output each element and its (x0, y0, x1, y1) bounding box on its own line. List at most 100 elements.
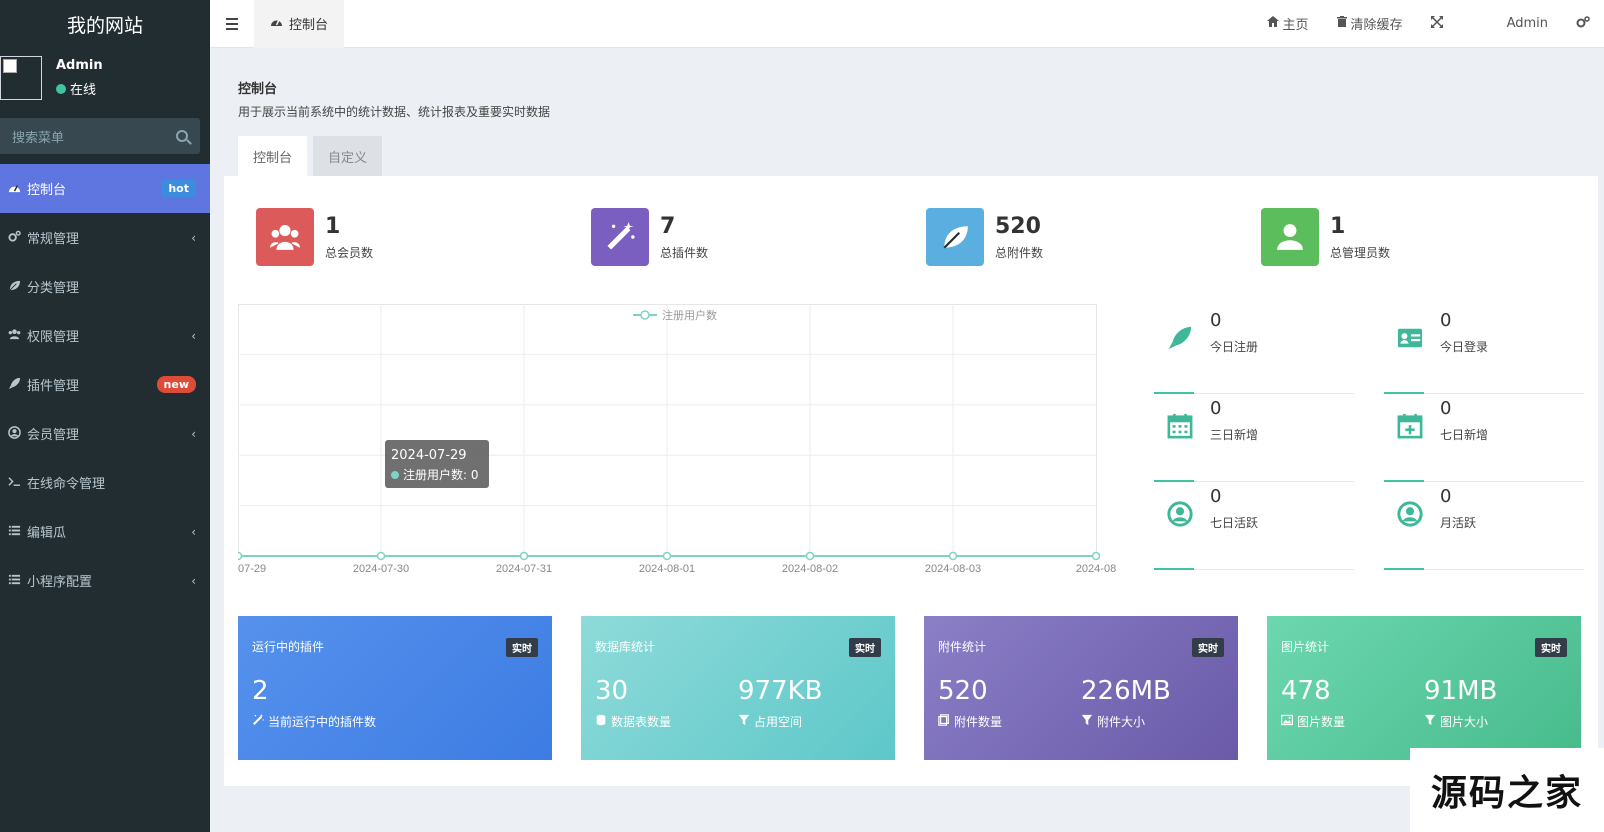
card-sub-label: 数据表数量 (611, 715, 672, 729)
files-icon (938, 714, 950, 729)
clear-cache-button[interactable]: 清除缓存 (1323, 0, 1417, 48)
mini-stat-value: 0 (1440, 398, 1452, 419)
chevron-left-icon[interactable]: ‹ (191, 329, 196, 343)
image-icon (1280, 714, 1294, 729)
user-circle-icon (7, 425, 21, 442)
home-link-label: 主页 (1282, 18, 1309, 33)
sidebar-menu: 控制台 hot 常规管理 ‹ 分类管理权限管理 ‹ 插件管理 new 会员管理 ‹ 在线命令管理 编辑… (0, 164, 210, 605)
sidebar-item-label: 常规管理 (27, 232, 80, 247)
x-tick-label: 2024-07-31 (496, 563, 552, 575)
sidebar-item-label: 控制台 (27, 183, 67, 198)
sidebar-item-7[interactable]: 编辑瓜 ‹ (0, 507, 210, 556)
tooltip-date: 2024-07-29 (391, 448, 467, 463)
x-tick-label: 2024-08 (1076, 563, 1116, 575)
filter-icon (738, 714, 750, 729)
mini-stat-label: 今日登录 (1440, 340, 1489, 354)
stat-value: 7 (660, 213, 676, 239)
sidebar-item-1[interactable]: 常规管理 ‹ (0, 213, 210, 262)
rocket-icon (7, 377, 21, 393)
rocket-icon (1162, 318, 1198, 358)
list-icon (7, 524, 21, 540)
register-chart-svg: 07-29 2024-07-30 2024-07-31 2024-08-01 2024-… (238, 304, 1116, 575)
sidebar-item-label: 小程序配置 (27, 575, 93, 590)
sidebar-item-8[interactable]: 小程序配置 ‹ (0, 556, 210, 605)
card-value: 30 (595, 676, 629, 706)
stat-card-3: 图片统计 实时 478 图片数量 91MB 图片大小 (1267, 616, 1581, 760)
sidebar-item-3[interactable]: 权限管理 ‹ (0, 311, 210, 360)
user-circle-icon (1162, 494, 1198, 534)
search-icon[interactable] (176, 130, 188, 142)
mini-stat-5: 0 月活跃 (1384, 482, 1584, 570)
tab-custom[interactable]: 自定义 (313, 136, 383, 176)
stat-summary-1: 7 总插件数 (591, 208, 926, 266)
menu-badge: new (156, 376, 196, 393)
menu-search-placeholder: 搜索菜单 (12, 130, 65, 146)
home-link[interactable]: 主页 (1253, 0, 1323, 48)
tab-dashboard[interactable]: 控制台 (238, 136, 308, 176)
sidebar-item-5[interactable]: 会员管理 ‹ (0, 409, 210, 458)
leaf-icon (926, 208, 984, 266)
mini-stat-label: 七日活跃 (1210, 516, 1259, 530)
stat-value: 520 (995, 213, 1041, 239)
sidebar-item-6[interactable]: 在线命令管理 (0, 458, 210, 507)
magic-icon (591, 208, 649, 266)
card-title: 图片统计 (1281, 640, 1330, 654)
users-icon (256, 208, 314, 266)
admin-user-menu[interactable]: Admin (1457, 0, 1562, 48)
chevron-left-icon[interactable]: ‹ (191, 231, 196, 245)
series-point (238, 551, 243, 561)
card-title: 数据库统计 (595, 640, 656, 654)
card-value: 977KB (738, 676, 823, 706)
watermark-logo: 源码之家 (1410, 748, 1604, 832)
sidebar-item-label: 分类管理 (27, 281, 80, 296)
database-icon (595, 714, 607, 729)
menu-search-input[interactable]: 搜索菜单 (0, 118, 200, 154)
settings-button[interactable] (1562, 0, 1604, 48)
stat-summary-3: 1 总管理员数 (1261, 208, 1596, 266)
x-tick-label: 07-29 (238, 563, 266, 575)
calendar-plus-icon (1392, 406, 1428, 446)
chevron-left-icon[interactable]: ‹ (191, 427, 196, 441)
stat-label: 总管理员数 (1330, 245, 1391, 260)
filter-icon (1424, 714, 1436, 729)
card-sub-label: 图片大小 (1440, 715, 1489, 729)
series-point (948, 551, 958, 561)
register-chart[interactable]: 07-29 2024-07-30 2024-07-31 2024-08-01 2024-… (238, 304, 1123, 594)
fullscreen-button[interactable] (1417, 0, 1457, 48)
card-sub-label: 附件数量 (954, 715, 1003, 729)
stat-card-0: 运行中的插件 实时 2 当前运行中的插件数 (238, 616, 552, 760)
mini-stats-grid: 0 今日注册 0 今日登录 0 三日新增 0 七日新增 0 七日活跃 0 月活跃 (1154, 306, 1584, 570)
panel-heading: 控制台 用于展示当前系统中的统计数据、统计报表及重要实时数据 控制台 自定义 (224, 62, 1598, 176)
magic-icon (252, 714, 264, 729)
list-icon (7, 573, 21, 589)
sidebar-item-4[interactable]: 插件管理 new (0, 360, 210, 409)
terminal-icon (7, 475, 21, 491)
panel-body: 1 总会员数 7 总插件数 520 总附件数 1 总管理员数 07-29 2024-07-30 2… (224, 176, 1598, 786)
group-icon (7, 328, 21, 344)
page-title: 控制台 (238, 82, 278, 97)
clear-cache-label: 清除缓存 (1350, 18, 1403, 33)
stat-card-1: 数据库统计 实时 30 数据表数量 977KB 占用空间 (581, 616, 895, 760)
brand-logo[interactable]: 我的网站 (0, 0, 210, 48)
chevron-left-icon[interactable]: ‹ (191, 574, 196, 588)
series-point (519, 551, 529, 561)
chevron-left-icon[interactable]: ‹ (191, 525, 196, 539)
main-content: 控制台 用于展示当前系统中的统计数据、统计报表及重要实时数据 控制台 自定义 1… (224, 62, 1598, 786)
mini-stat-value: 0 (1440, 486, 1452, 507)
leaf-icon (7, 279, 21, 295)
nav-tab-dashboard[interactable]: 控制台 (254, 0, 345, 48)
sidebar-item-0[interactable]: 控制台 hot (0, 164, 210, 213)
x-tick-label: 2024-08-03 (925, 563, 981, 575)
mini-stat-3: 0 七日新增 (1384, 394, 1584, 482)
mini-stat-0: 0 今日注册 (1154, 306, 1354, 394)
trash-icon (1336, 16, 1347, 31)
stat-summary-row: 1 总会员数 7 总插件数 520 总附件数 1 总管理员数 (256, 208, 1596, 266)
card-value: 520 (938, 676, 988, 706)
stat-label: 总插件数 (660, 245, 709, 260)
sidebar-item-2[interactable]: 分类管理 (0, 262, 210, 311)
online-dot-icon (56, 83, 66, 94)
user-name: Admin (56, 58, 103, 73)
legend-label: 注册用户数 (662, 308, 717, 322)
mini-stat-2: 0 三日新增 (1154, 394, 1354, 482)
sidebar-toggle-icon[interactable] (210, 0, 254, 48)
